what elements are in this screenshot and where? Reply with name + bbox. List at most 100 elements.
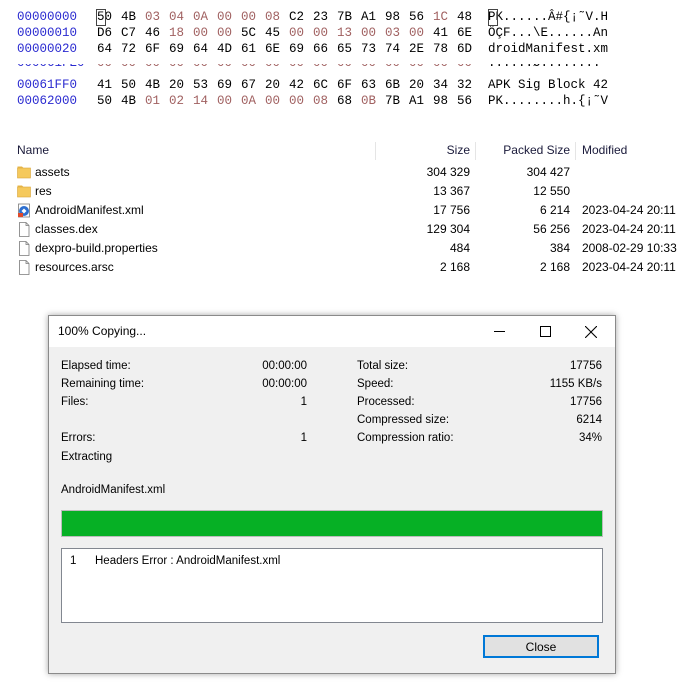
- error-log-list[interactable]: 1 Headers Error : AndroidManifest.xml: [61, 548, 603, 623]
- minimize-button[interactable]: [476, 316, 522, 347]
- hex-byte[interactable]: 00: [121, 64, 136, 71]
- hex-byte[interactable]: 6F: [337, 77, 352, 93]
- hex-byte[interactable]: 68: [337, 93, 352, 109]
- hex-byte[interactable]: 00: [457, 64, 472, 71]
- hex-byte[interactable]: 65: [337, 41, 352, 57]
- hex-byte[interactable]: 64: [193, 41, 208, 57]
- hex-byte[interactable]: 13: [337, 25, 352, 41]
- hex-byte[interactable]: 69: [169, 41, 184, 57]
- hex-byte[interactable]: 34: [433, 77, 448, 93]
- column-divider[interactable]: [475, 142, 476, 160]
- hex-byte[interactable]: 20: [265, 77, 280, 93]
- hex-byte[interactable]: 41: [97, 77, 112, 93]
- hex-byte[interactable]: 73: [361, 41, 376, 57]
- file-list-row[interactable]: classes.dex 129 304 56 256 2023-04-24 20:11: [0, 220, 687, 239]
- hex-byte[interactable]: 00: [217, 64, 232, 71]
- hex-byte[interactable]: 7B: [385, 93, 400, 109]
- hex-byte[interactable]: 18: [169, 25, 184, 41]
- hex-byte[interactable]: 00: [217, 93, 232, 109]
- hex-byte[interactable]: 01: [145, 93, 160, 109]
- hex-byte[interactable]: 02: [169, 93, 184, 109]
- hex-byte[interactable]: 6D: [457, 41, 472, 57]
- hex-byte[interactable]: 46: [145, 25, 160, 41]
- hex-byte[interactable]: 61: [241, 41, 256, 57]
- hex-byte[interactable]: 2E: [409, 41, 424, 57]
- hex-byte[interactable]: 00: [241, 64, 256, 71]
- hex-byte[interactable]: 00: [193, 25, 208, 41]
- hex-byte[interactable]: 00: [361, 64, 376, 71]
- hex-byte[interactable]: 00: [289, 25, 304, 41]
- column-header-name[interactable]: Name: [17, 143, 49, 157]
- hex-byte[interactable]: 00: [409, 25, 424, 41]
- hex-ascii[interactable]: ÖÇF...\E......An: [488, 25, 608, 41]
- hex-byte[interactable]: 00: [265, 93, 280, 109]
- hex-byte[interactable]: 41: [433, 25, 448, 41]
- hex-byte[interactable]: 45: [265, 25, 280, 41]
- hex-byte[interactable]: 4D: [217, 41, 232, 57]
- hex-byte[interactable]: 00: [97, 64, 112, 71]
- hex-byte[interactable]: 00: [385, 64, 400, 71]
- hex-byte[interactable]: 69: [217, 77, 232, 93]
- hex-view[interactable]: 00000000 50 4B 03 04 0A 00 00 08 C2 23 7B A1 98 56 1C 48…: [0, 0, 687, 112]
- hex-byte[interactable]: 6B: [385, 77, 400, 93]
- hex-byte[interactable]: 74: [385, 41, 400, 57]
- column-divider[interactable]: [375, 142, 376, 160]
- hex-byte[interactable]: 4B: [121, 93, 136, 109]
- column-header-modified[interactable]: Modified: [582, 143, 627, 157]
- file-list[interactable]: Name Size Packed Size Modified assets 304…: [0, 140, 687, 280]
- hex-byte[interactable]: 00: [241, 9, 256, 25]
- column-header-size[interactable]: Size: [447, 143, 470, 157]
- hex-byte[interactable]: 03: [145, 9, 160, 25]
- hex-byte[interactable]: 00: [313, 25, 328, 41]
- hex-byte[interactable]: 20: [409, 77, 424, 93]
- hex-byte[interactable]: 6C: [313, 77, 328, 93]
- file-list-row[interactable]: AndroidManifest.xml 17 756 6 214 2023-04-24…: [0, 201, 687, 220]
- hex-byte[interactable]: 04: [169, 9, 184, 25]
- hex-byte[interactable]: D6: [97, 25, 112, 41]
- hex-byte[interactable]: 66: [313, 41, 328, 57]
- hex-byte[interactable]: 08: [265, 9, 280, 25]
- hex-byte[interactable]: 00: [169, 64, 184, 71]
- hex-byte[interactable]: 23: [313, 9, 328, 25]
- hex-byte[interactable]: 00: [265, 64, 280, 71]
- hex-byte[interactable]: 00: [433, 64, 448, 71]
- hex-byte[interactable]: 00: [193, 64, 208, 71]
- maximize-button[interactable]: [522, 316, 568, 347]
- hex-byte[interactable]: 0B: [361, 93, 376, 109]
- hex-byte[interactable]: 00: [217, 9, 232, 25]
- hex-byte[interactable]: 00: [145, 64, 160, 71]
- hex-byte[interactable]: 1C: [433, 9, 448, 25]
- hex-byte[interactable]: 00: [289, 64, 304, 71]
- hex-ascii[interactable]: droidManifest.xm: [488, 41, 608, 57]
- hex-byte[interactable]: 50: [97, 93, 112, 109]
- hex-byte[interactable]: 6E: [457, 25, 472, 41]
- hex-byte[interactable]: 03: [385, 25, 400, 41]
- file-list-row[interactable]: res 13 367 12 550: [0, 182, 687, 201]
- hex-byte[interactable]: 98: [385, 9, 400, 25]
- hex-ascii[interactable]: PK......Â#{¡˜V.H: [488, 9, 608, 25]
- hex-byte[interactable]: 6F: [145, 41, 160, 57]
- hex-byte[interactable]: 78: [433, 41, 448, 57]
- hex-byte[interactable]: A1: [409, 93, 424, 109]
- hex-byte[interactable]: 64: [97, 41, 112, 57]
- hex-byte[interactable]: 5C: [241, 25, 256, 41]
- hex-byte[interactable]: 32: [457, 77, 472, 93]
- close-window-button[interactable]: [568, 316, 614, 347]
- hex-byte[interactable]: 50: [121, 77, 136, 93]
- hex-byte[interactable]: 0A: [241, 93, 256, 109]
- hex-byte[interactable]: 53: [193, 77, 208, 93]
- hex-byte[interactable]: 14: [193, 93, 208, 109]
- hex-byte[interactable]: 6E: [265, 41, 280, 57]
- column-divider[interactable]: [575, 142, 576, 160]
- hex-byte[interactable]: C7: [121, 25, 136, 41]
- hex-byte[interactable]: 56: [409, 9, 424, 25]
- hex-byte[interactable]: 7B: [337, 9, 352, 25]
- hex-byte[interactable]: 0A: [193, 9, 208, 25]
- hex-byte[interactable]: C2: [289, 9, 304, 25]
- hex-byte[interactable]: 00: [313, 64, 328, 71]
- hex-byte[interactable]: A1: [361, 9, 376, 25]
- hex-byte[interactable]: 00: [289, 93, 304, 109]
- hex-byte[interactable]: 08: [313, 93, 328, 109]
- file-list-row[interactable]: resources.arsc 2 168 2 168 2023-04-24 20:11: [0, 258, 687, 277]
- hex-ascii[interactable]: PK........h.{¡˜V: [488, 93, 608, 109]
